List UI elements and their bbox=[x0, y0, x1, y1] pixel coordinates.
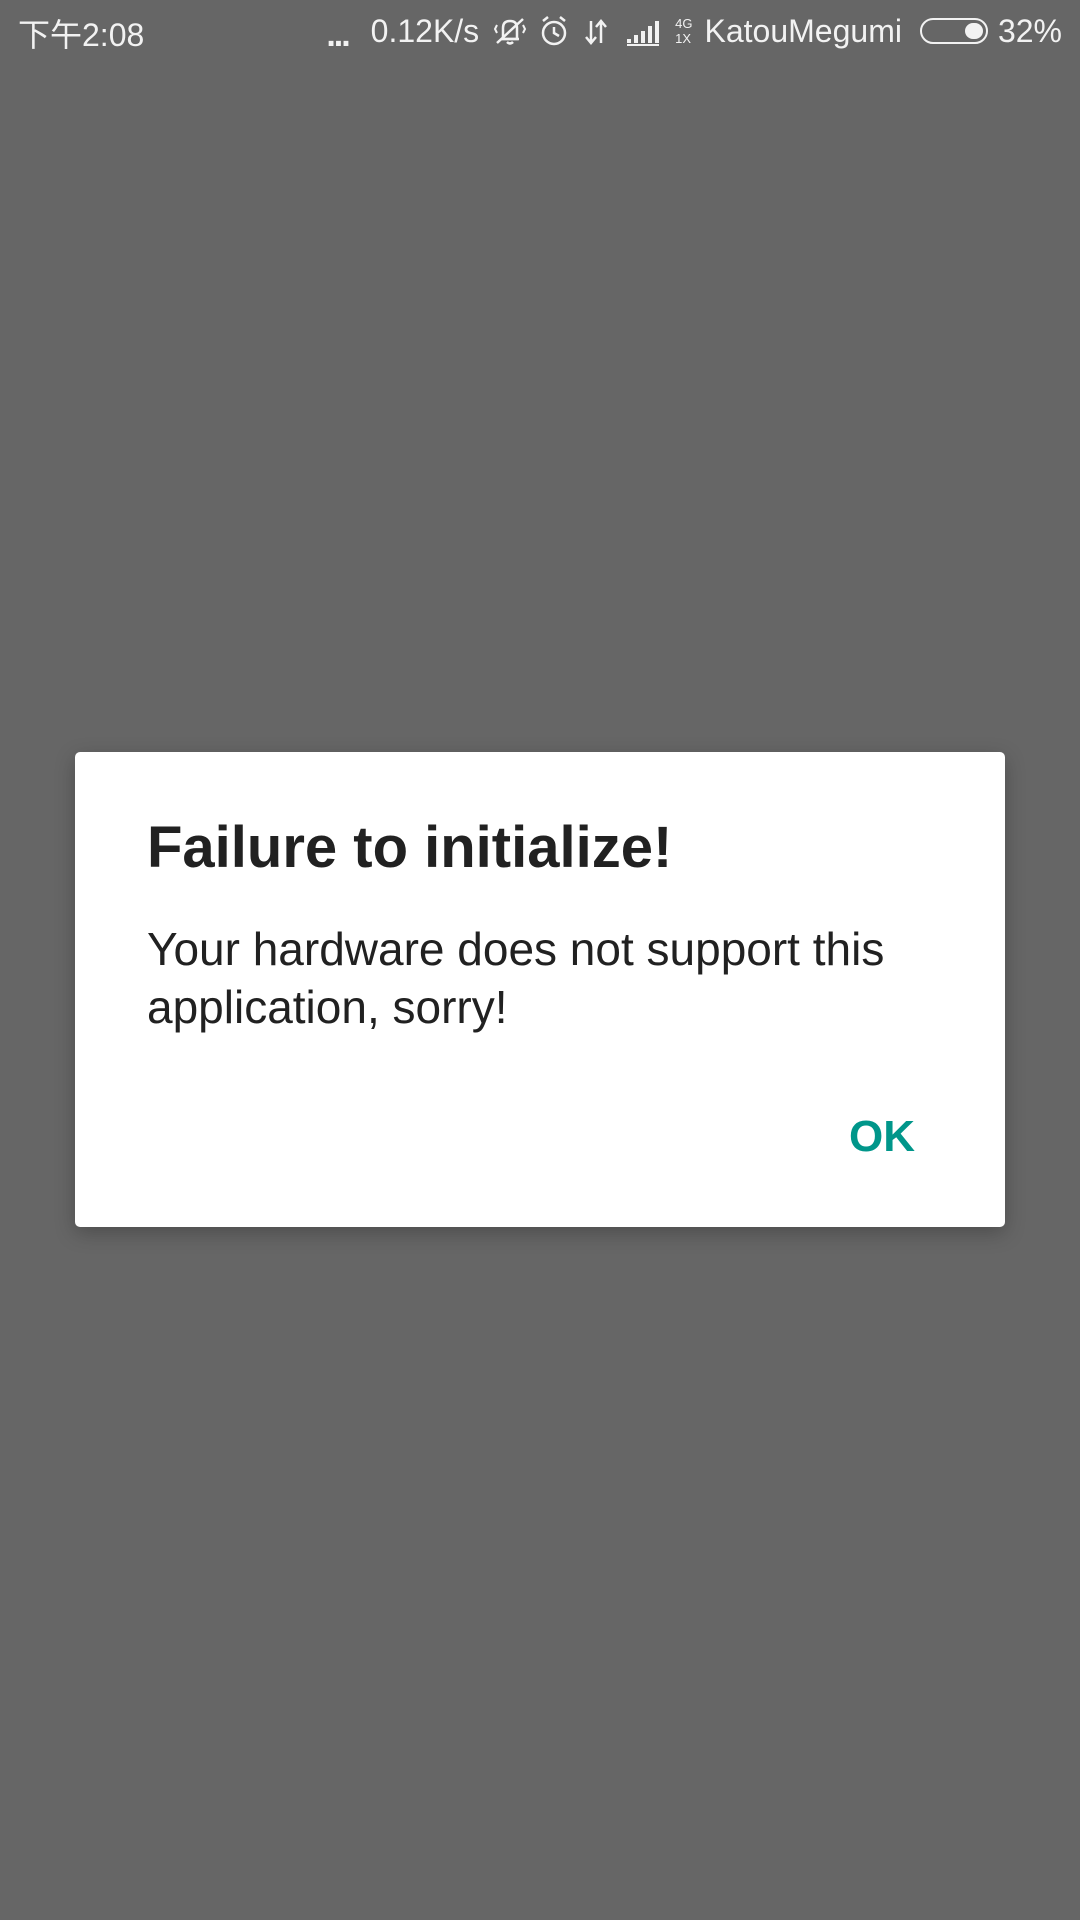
dialog-message: Your hardware does not support this appl… bbox=[147, 923, 885, 1033]
carrier-name: KatouMegumi bbox=[704, 12, 902, 49]
battery-percent: 32% bbox=[997, 12, 1062, 49]
battery-fill bbox=[964, 23, 983, 39]
more-notifications-indicator: ... bbox=[326, 16, 350, 54]
signal-icon bbox=[625, 13, 665, 49]
network-type: 4G 1X bbox=[675, 16, 692, 46]
screen: 下午2:08 ... 0.12K/s 4G 1X KatouMegumi 32%… bbox=[0, 0, 1080, 1920]
alert-dialog: Failure to initialize! Your hardware doe… bbox=[75, 752, 1005, 1227]
status-bar: 下午2:08 ... 0.12K/s 4G 1X KatouMegumi 32% bbox=[0, 0, 1080, 60]
network-type-4g: 4G bbox=[675, 16, 693, 31]
network-type-1x: 1X bbox=[675, 31, 692, 46]
status-icons: ... 0.12K/s 4G 1X KatouMegumi 32% bbox=[326, 8, 1062, 54]
alarm-icon bbox=[537, 13, 571, 49]
battery-icon bbox=[919, 18, 988, 44]
dialog-title: Failure to initialize! bbox=[147, 815, 673, 880]
data-transfer-icon bbox=[581, 13, 615, 49]
network-speed: 0.12K/s bbox=[370, 12, 480, 49]
status-time: 下午2:08 bbox=[18, 17, 145, 53]
vibrate-off-icon bbox=[493, 13, 527, 49]
ok-button[interactable]: OK bbox=[849, 1112, 915, 1162]
